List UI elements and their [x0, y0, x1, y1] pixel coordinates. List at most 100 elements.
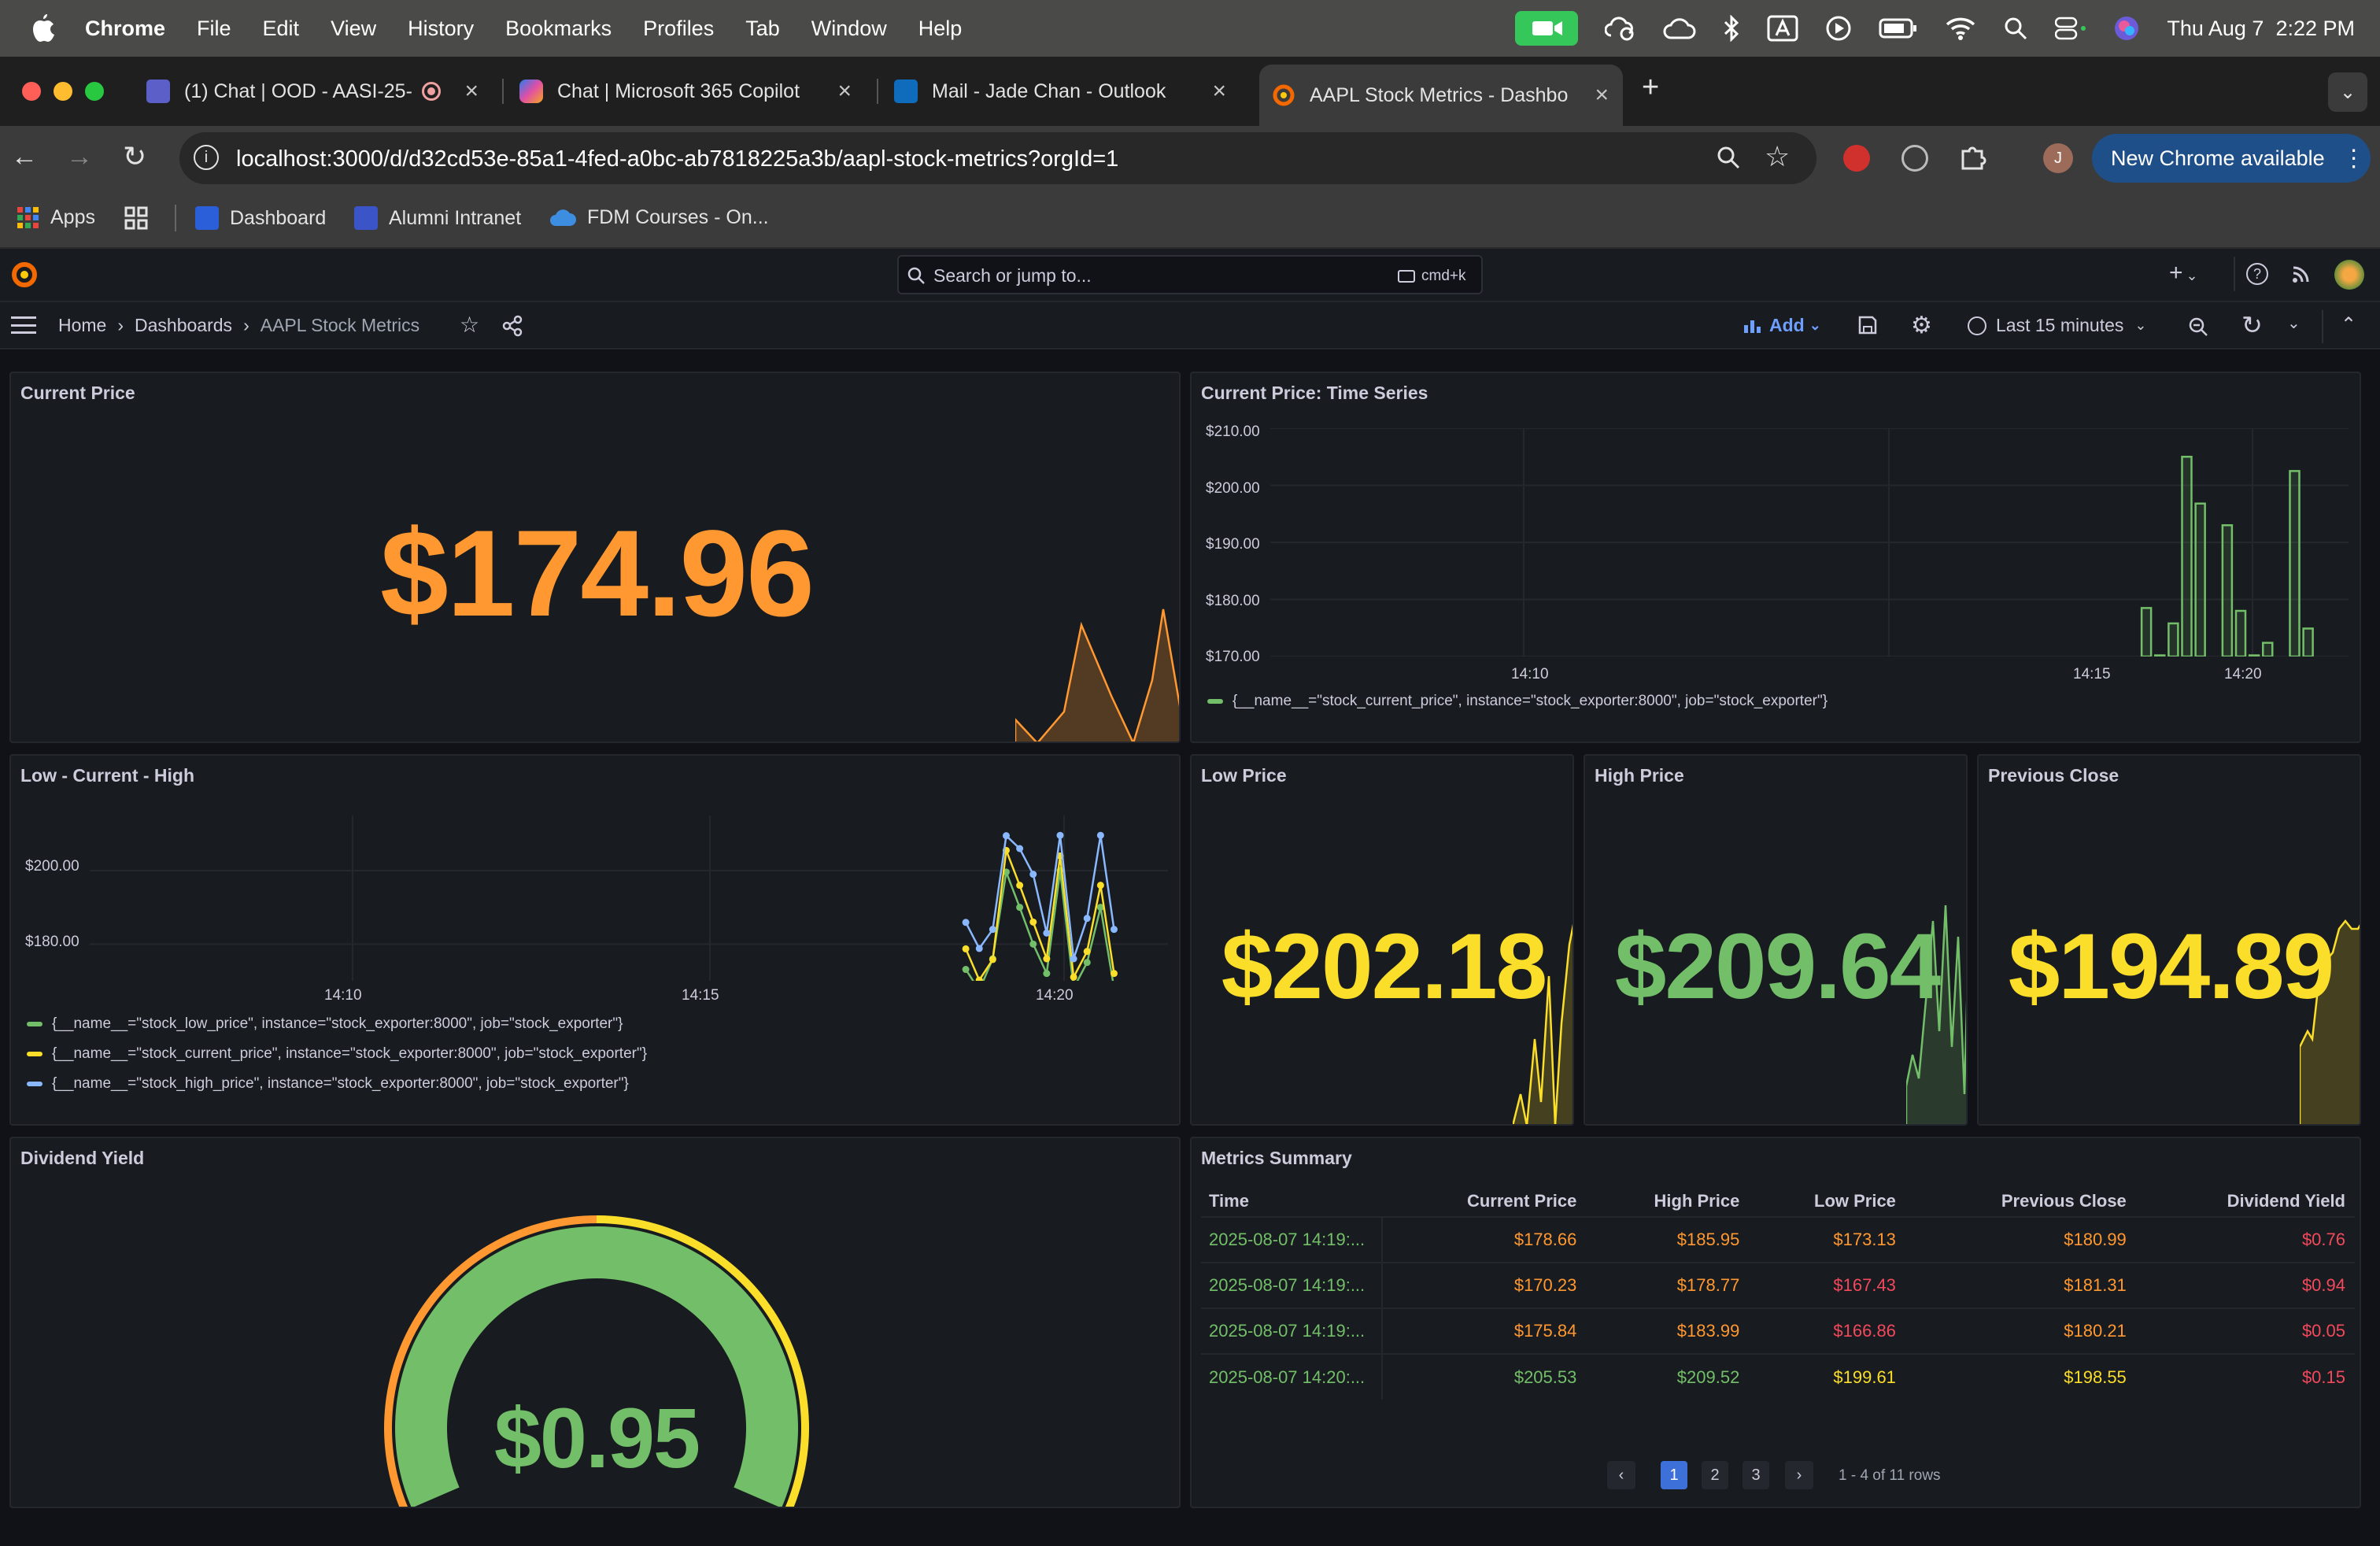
star-icon[interactable]: ☆: [460, 312, 479, 338]
legend-label: {__name__="stock_low_price", instance="s…: [52, 1015, 623, 1032]
tab-groups-icon[interactable]: [124, 206, 148, 230]
zoom-icon[interactable]: [1716, 145, 1741, 170]
panel-low-price[interactable]: Low Price $202.18: [1190, 754, 1574, 1126]
panel-current-price[interactable]: Current Price $174.96: [9, 372, 1181, 743]
close-icon[interactable]: ×: [464, 78, 479, 105]
menu-hamburger-icon[interactable]: [11, 316, 36, 334]
cloud-battery-icon[interactable]: [1605, 15, 1636, 42]
collapse-toolbar-button[interactable]: ⌃: [2341, 313, 2356, 336]
panel-current-price-time-series[interactable]: Current Price: Time Series $210.00 $200.…: [1190, 372, 2361, 743]
play-icon[interactable]: [1825, 15, 1852, 42]
pagination-page-1[interactable]: 1: [1661, 1461, 1687, 1489]
refresh-icon[interactable]: ↻: [2241, 310, 2263, 340]
control-center-icon[interactable]: [2055, 17, 2086, 40]
window-minimize-button[interactable]: [54, 82, 72, 101]
tab-copilot-chat[interactable]: Chat | Microsoft 365 Copilot ×: [519, 68, 866, 115]
window-zoom-button[interactable]: [85, 82, 104, 101]
user-avatar[interactable]: [2334, 260, 2364, 290]
new-plus-button[interactable]: + ⌄: [2169, 260, 2198, 287]
menu-window[interactable]: Window: [811, 17, 887, 41]
url-text[interactable]: localhost:3000/d/d32cd53e-85a1-4fed-a0bc…: [236, 146, 1118, 172]
outlook-icon: [894, 80, 918, 103]
bookmark-apps[interactable]: Apps: [17, 206, 95, 229]
panel-previous-close[interactable]: Previous Close $194.89: [1977, 754, 2361, 1126]
pagination-prev-button[interactable]: ‹: [1607, 1461, 1635, 1489]
news-rss-icon[interactable]: [2290, 263, 2312, 285]
wifi-icon[interactable]: [1945, 16, 1976, 41]
battery-icon[interactable]: [1879, 17, 1918, 39]
new-chrome-available-button[interactable]: New Chrome available ⋮: [2092, 134, 2371, 183]
grafana-logo-icon[interactable]: [9, 260, 39, 290]
facetime-icon[interactable]: [1515, 11, 1579, 46]
reload-button[interactable]: ↻: [123, 140, 146, 173]
legend-item[interactable]: {__name__="stock_high_price", instance="…: [27, 1075, 629, 1093]
zoom-out-icon[interactable]: [2188, 316, 2208, 337]
menu-tab[interactable]: Tab: [745, 17, 780, 41]
panel-dividend-yield[interactable]: Dividend Yield $0.95: [9, 1137, 1181, 1508]
column-header-low-price[interactable]: Low Price: [1749, 1185, 1905, 1217]
siri-icon[interactable]: [2113, 15, 2140, 42]
apple-icon[interactable]: [30, 13, 57, 43]
tab-grafana-dashboard[interactable]: AAPL Stock Metrics - Dashbo ×: [1259, 65, 1623, 126]
window-close-button[interactable]: [22, 82, 41, 101]
column-header-dividend-yield[interactable]: Dividend Yield: [2136, 1185, 2355, 1217]
table-row: 2025-08-07 14:19:... $170.23 $178.77 $167.4…: [1201, 1262, 2355, 1308]
menu-help[interactable]: Help: [918, 17, 963, 41]
tab-outlook-mail[interactable]: Mail - Jade Chan - Outlook ×: [894, 68, 1240, 115]
menu-bookmarks[interactable]: Bookmarks: [505, 17, 612, 41]
legend-item[interactable]: {__name__="stock_current_price", instanc…: [1207, 693, 1828, 710]
tab-teams-chat[interactable]: (1) Chat | OOD - AASI-25- ×: [146, 68, 493, 115]
kebab-menu-icon[interactable]: ⋮: [2342, 145, 2366, 172]
table-cell-value: $209.52: [1586, 1353, 1750, 1400]
settings-gear-icon[interactable]: ⚙: [1911, 312, 1932, 339]
panel-high-price[interactable]: High Price $209.64: [1584, 754, 1968, 1126]
menu-app-name[interactable]: Chrome: [85, 17, 165, 41]
column-header-time[interactable]: Time: [1201, 1185, 1382, 1217]
breadcrumb-dashboards[interactable]: Dashboards: [135, 315, 232, 336]
close-icon[interactable]: ×: [1212, 78, 1226, 105]
legend-item[interactable]: {__name__="stock_current_price", instanc…: [27, 1045, 647, 1063]
creative-cloud-icon[interactable]: [1663, 16, 1696, 41]
column-header-current-price[interactable]: Current Price: [1382, 1185, 1586, 1217]
close-icon[interactable]: ×: [837, 78, 852, 105]
pagination-next-button[interactable]: ›: [1785, 1461, 1813, 1489]
spotlight-icon[interactable]: [2003, 16, 2028, 41]
extension-adblock-icon[interactable]: [1843, 145, 1870, 172]
clock[interactable]: Thu Aug 7 2:22 PM: [2167, 17, 2355, 41]
add-button[interactable]: Add ⌄: [1743, 315, 1821, 336]
menu-edit[interactable]: Edit: [263, 17, 300, 41]
text-input-icon[interactable]: [1767, 15, 1798, 42]
bookmark-alumni-intranet[interactable]: Alumni Intranet: [354, 206, 521, 230]
save-icon[interactable]: [1857, 315, 1878, 335]
tab-search-button[interactable]: ⌄: [2328, 72, 2367, 112]
profile-avatar[interactable]: J: [2043, 143, 2073, 173]
pagination-page-2[interactable]: 2: [1702, 1461, 1728, 1489]
new-tab-button[interactable]: +: [1642, 71, 1659, 105]
forward-button[interactable]: →: [66, 142, 93, 172]
share-icon[interactable]: [502, 315, 524, 337]
time-range-picker[interactable]: Last 15 minutes ⌄: [1968, 315, 2146, 336]
extension-record-icon[interactable]: [1901, 145, 1928, 172]
extensions-puzzle-icon[interactable]: [1958, 143, 1986, 172]
menu-view[interactable]: View: [331, 17, 376, 41]
pagination-page-3[interactable]: 3: [1743, 1461, 1769, 1489]
refresh-interval-dropdown[interactable]: ⌄: [2287, 313, 2301, 333]
breadcrumb-home[interactable]: Home: [58, 315, 106, 336]
help-icon[interactable]: ?: [2246, 263, 2268, 285]
bookmark-dashboard[interactable]: Dashboard: [195, 206, 326, 230]
table-cell-value: $180.21: [1905, 1307, 2136, 1354]
legend-item[interactable]: {__name__="stock_low_price", instance="s…: [27, 1015, 623, 1033]
site-info-icon[interactable]: i: [194, 145, 219, 170]
close-icon[interactable]: ×: [1595, 82, 1609, 109]
bookmark-fdm-courses[interactable]: FDM Courses - On...: [549, 206, 769, 229]
column-header-high-price[interactable]: High Price: [1586, 1185, 1749, 1217]
menu-file[interactable]: File: [197, 17, 231, 41]
bluetooth-icon[interactable]: [1723, 15, 1740, 42]
menu-profiles[interactable]: Profiles: [643, 17, 714, 41]
back-button[interactable]: ←: [11, 142, 38, 172]
panel-low-current-high[interactable]: Low - Current - High $200.00 $180.00 14:…: [9, 754, 1181, 1126]
menu-history[interactable]: History: [408, 17, 474, 41]
panel-metrics-summary[interactable]: Metrics Summary Time Current Price High …: [1190, 1137, 2361, 1508]
column-header-previous-close[interactable]: Previous Close: [1905, 1185, 2136, 1217]
bookmark-star-icon[interactable]: ☆: [1765, 140, 1790, 173]
